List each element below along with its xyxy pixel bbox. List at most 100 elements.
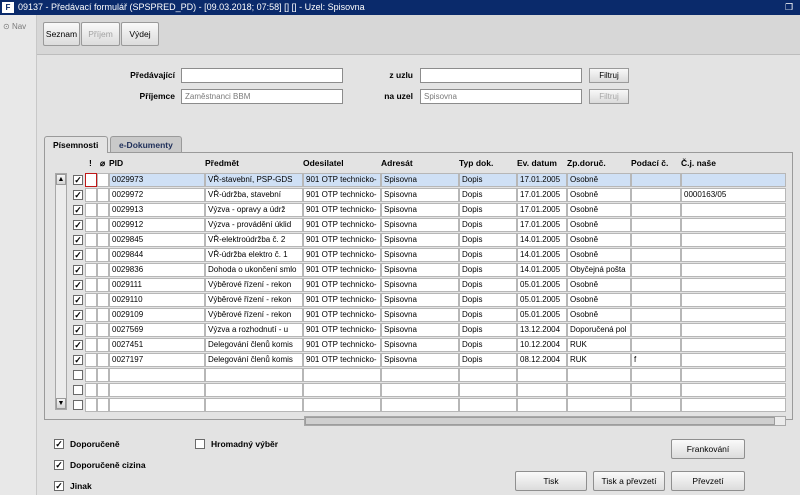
- seznam-button[interactable]: Seznam: [43, 22, 80, 46]
- cell-podaci[interactable]: [631, 278, 681, 292]
- cell-cj[interactable]: [681, 293, 786, 307]
- priority-cell[interactable]: [85, 203, 97, 217]
- cell-cj[interactable]: [681, 398, 786, 412]
- cell-odesilatel[interactable]: 901 OTP technicko-: [303, 248, 381, 262]
- cell-odesilatel[interactable]: 901 OTP technicko-: [303, 203, 381, 217]
- cell-zp[interactable]: Obyčejná pošta: [567, 263, 631, 277]
- row-checkbox[interactable]: ✓: [73, 175, 83, 185]
- cell-typ[interactable]: Dopis: [459, 218, 517, 232]
- attachment-cell[interactable]: [97, 218, 109, 232]
- tisk-a-prevzeti-button[interactable]: Tisk a převzetí: [593, 471, 665, 491]
- cell-cj[interactable]: [681, 203, 786, 217]
- cell-adresat[interactable]: [381, 383, 459, 397]
- scroll-up-icon[interactable]: ▲: [56, 174, 66, 185]
- cell-odesilatel[interactable]: 901 OTP technicko-: [303, 218, 381, 232]
- cell-typ[interactable]: Dopis: [459, 233, 517, 247]
- cell-podaci[interactable]: [631, 323, 681, 337]
- col-header-predmet[interactable]: Předmět: [205, 157, 239, 170]
- row-checkbox[interactable]: [73, 370, 83, 380]
- row-checkbox[interactable]: ✓: [73, 265, 83, 275]
- row-checkbox[interactable]: ✓: [73, 295, 83, 305]
- prevzeti-button[interactable]: Převzetí: [671, 471, 745, 491]
- row-checkbox[interactable]: ✓: [73, 340, 83, 350]
- cell-typ[interactable]: Dopis: [459, 203, 517, 217]
- attachment-cell[interactable]: [97, 383, 109, 397]
- cell-typ[interactable]: Dopis: [459, 173, 517, 187]
- cell-predmet[interactable]: [205, 368, 303, 382]
- cell-adresat[interactable]: Spisovna: [381, 278, 459, 292]
- vydej-button[interactable]: Výdej: [121, 22, 159, 46]
- jinak-checkbox[interactable]: ✓: [54, 481, 64, 491]
- cell-typ[interactable]: Dopis: [459, 323, 517, 337]
- cell-zp[interactable]: Osobně: [567, 248, 631, 262]
- cell-predmet[interactable]: Výzva - provádění úklid: [205, 218, 303, 232]
- cell-cj[interactable]: [681, 353, 786, 367]
- na-uzel-field[interactable]: Spisovna: [420, 89, 582, 104]
- cell-datum[interactable]: 10.12.2004: [517, 338, 567, 352]
- cell-zp[interactable]: Osobně: [567, 278, 631, 292]
- cell-datum[interactable]: 17.01.2005: [517, 218, 567, 232]
- cell-cj[interactable]: [681, 308, 786, 322]
- cell-typ[interactable]: Dopis: [459, 278, 517, 292]
- cell-podaci[interactable]: [631, 338, 681, 352]
- cell-zp[interactable]: Osobně: [567, 293, 631, 307]
- cell-odesilatel[interactable]: 901 OTP technicko-: [303, 353, 381, 367]
- cell-adresat[interactable]: Spisovna: [381, 188, 459, 202]
- cell-odesilatel[interactable]: [303, 398, 381, 412]
- cell-zp[interactable]: [567, 368, 631, 382]
- cell-zp[interactable]: Osobně: [567, 218, 631, 232]
- col-header-pid[interactable]: PID: [109, 157, 123, 170]
- cell-odesilatel[interactable]: 901 OTP technicko-: [303, 233, 381, 247]
- cell-zp[interactable]: Osobně: [567, 188, 631, 202]
- cell-cj[interactable]: [681, 218, 786, 232]
- cell-odesilatel[interactable]: 901 OTP technicko-: [303, 293, 381, 307]
- cell-zp[interactable]: Doporučená pol: [567, 323, 631, 337]
- attachment-cell[interactable]: [97, 293, 109, 307]
- cell-podaci[interactable]: [631, 293, 681, 307]
- row-checkbox[interactable]: ✓: [73, 250, 83, 260]
- cell-predmet[interactable]: VŘ-údržba elektro č. 1: [205, 248, 303, 262]
- cell-typ[interactable]: Dopis: [459, 353, 517, 367]
- cell-pid[interactable]: 0029845: [109, 233, 205, 247]
- cell-adresat[interactable]: Spisovna: [381, 233, 459, 247]
- cell-typ[interactable]: [459, 383, 517, 397]
- cell-datum[interactable]: 14.01.2005: [517, 248, 567, 262]
- attachment-cell[interactable]: [97, 338, 109, 352]
- cell-zp[interactable]: Osobně: [567, 203, 631, 217]
- cell-typ[interactable]: Dopis: [459, 188, 517, 202]
- cell-predmet[interactable]: Výběrové řízení - rekon: [205, 308, 303, 322]
- cell-pid[interactable]: 0027451: [109, 338, 205, 352]
- attachment-cell[interactable]: [97, 323, 109, 337]
- cell-cj[interactable]: [681, 368, 786, 382]
- cell-odesilatel[interactable]: 901 OTP technicko-: [303, 338, 381, 352]
- cell-datum[interactable]: 05.01.2005: [517, 293, 567, 307]
- cell-zp[interactable]: Osobně: [567, 233, 631, 247]
- cell-typ[interactable]: Dopis: [459, 248, 517, 262]
- row-checkbox[interactable]: ✓: [73, 310, 83, 320]
- cell-podaci[interactable]: [631, 263, 681, 277]
- attachment-cell[interactable]: [97, 203, 109, 217]
- filtruj-z-uzlu-button[interactable]: Filtruj: [589, 68, 629, 83]
- cell-predmet[interactable]: VŘ-elektroúdržba č. 2: [205, 233, 303, 247]
- doporucene-cizina-checkbox[interactable]: ✓: [54, 460, 64, 470]
- cell-datum[interactable]: 17.01.2005: [517, 173, 567, 187]
- cell-podaci[interactable]: [631, 188, 681, 202]
- hromadny-vyber-checkbox[interactable]: [195, 439, 205, 449]
- cell-datum[interactable]: [517, 368, 567, 382]
- cell-zp[interactable]: Osobně: [567, 173, 631, 187]
- cell-podaci[interactable]: [631, 248, 681, 262]
- cell-predmet[interactable]: Dohoda o ukončení smlo: [205, 263, 303, 277]
- cell-zp[interactable]: [567, 383, 631, 397]
- cell-adresat[interactable]: Spisovna: [381, 218, 459, 232]
- cell-datum[interactable]: 08.12.2004: [517, 353, 567, 367]
- cell-datum[interactable]: 17.01.2005: [517, 203, 567, 217]
- cell-datum[interactable]: [517, 383, 567, 397]
- cell-pid[interactable]: 0029844: [109, 248, 205, 262]
- col-header-typ[interactable]: Typ dok.: [459, 157, 493, 170]
- cell-odesilatel[interactable]: 901 OTP technicko-: [303, 173, 381, 187]
- col-header-odesilatel[interactable]: Odesilatel: [303, 157, 344, 170]
- col-header-datum[interactable]: Ev. datum: [517, 157, 557, 170]
- priority-cell[interactable]: [85, 368, 97, 382]
- cell-typ[interactable]: [459, 368, 517, 382]
- row-checkbox[interactable]: [73, 385, 83, 395]
